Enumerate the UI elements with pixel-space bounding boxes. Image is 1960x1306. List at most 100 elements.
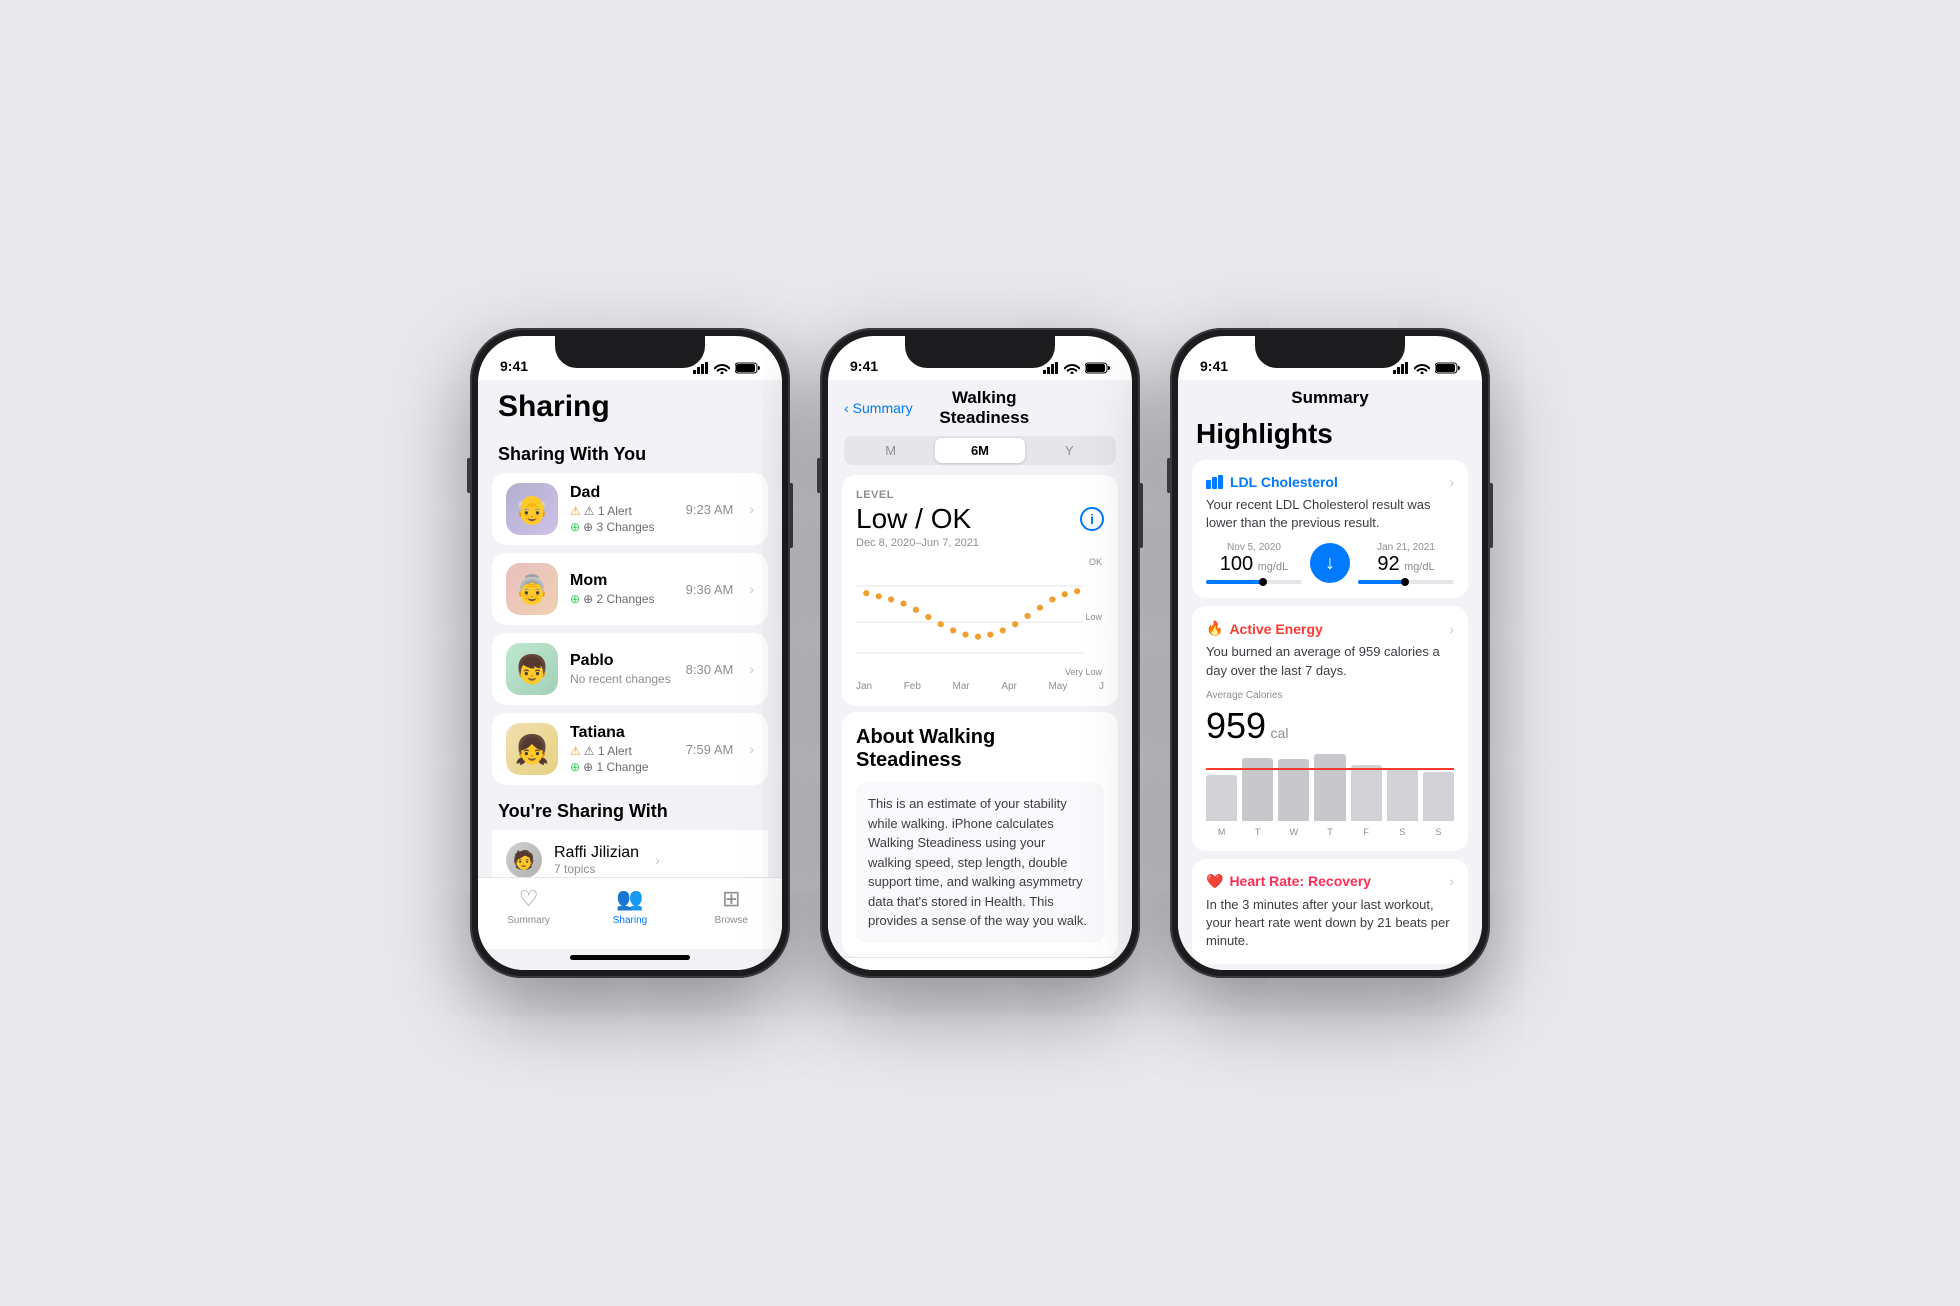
highlight-card-ldl[interactable]: LDL Cholesterol › Your recent LDL Choles… <box>1192 460 1468 598</box>
chart-label-verylow: Very Low <box>1065 667 1102 677</box>
phone-walking: 9:41 ‹ Summary Walking Steadiness M <box>820 328 1140 978</box>
phone-summary-inner: 9:41 Summary Highlights <box>1178 336 1482 970</box>
contact-changes-tatiana: ⊕⊕ 1 Change <box>570 760 674 774</box>
chart-label-low: Low <box>1065 612 1102 622</box>
contact-alert-dad: ⚠⚠ 1 Alert <box>570 504 674 518</box>
x-label-may: May <box>1048 681 1067 692</box>
phone-sharing-inner: 9:41 Sharing Sharing With You 👴 Dad <box>478 336 782 970</box>
time-option-6m[interactable]: 6M <box>935 438 1024 463</box>
about-title-walking: About Walking Steadiness <box>856 726 1104 772</box>
time-option-y[interactable]: Y <box>1025 438 1114 463</box>
contact-changes-dad: ⊕⊕ 3 Changes <box>570 520 674 534</box>
tab-summary-label: Summary <box>507 915 550 926</box>
highlight-card-heart[interactable]: ❤️ Heart Rate: Recovery › In the 3 minut… <box>1192 859 1468 965</box>
wifi-icon-sharing <box>714 362 730 374</box>
chol-before-value-row: 100 mg/dL <box>1206 553 1302 576</box>
contact-info-raffi: Raffi Jilizian 7 topics <box>554 844 639 876</box>
bar-m: M <box>1206 775 1237 821</box>
contact-no-change-pablo: No recent changes <box>570 672 674 686</box>
status-icons-sharing <box>693 362 760 374</box>
bar-s2: S <box>1423 772 1454 821</box>
info-button-walking[interactable]: i <box>1080 507 1104 531</box>
highlight-card-energy[interactable]: 🔥 Active Energy › You burned an average … <box>1192 606 1468 850</box>
chol-before-unit: mg/dL <box>1258 561 1289 573</box>
cal-value: 959 <box>1206 705 1266 746</box>
sharing-scroll[interactable]: Sharing Sharing With You 👴 Dad ⚠⚠ 1 Aler… <box>478 380 782 877</box>
date-range-walking: Dec 8, 2020–Jun 7, 2021 <box>856 537 1104 549</box>
energy-icon: 🔥 <box>1206 620 1223 637</box>
chevron-ldl: › <box>1449 474 1454 490</box>
highlight-header-heart: ❤️ Heart Rate: Recovery › <box>1206 873 1454 890</box>
x-label-mar: Mar <box>953 681 970 692</box>
contact-info-pablo: Pablo No recent changes <box>570 652 674 686</box>
chol-before: Nov 5, 2020 100 mg/dL <box>1206 542 1302 584</box>
avatar-tatiana: 👧 <box>506 723 558 775</box>
heart-tab-icon-walking: ♡ <box>869 966 889 971</box>
chevron-raffi: › <box>655 852 660 868</box>
tab-summary-sharing[interactable]: ♡ Summary <box>499 886 559 926</box>
highlight-desc-heart: In the 3 minutes after your last workout… <box>1206 896 1454 951</box>
highlight-desc-energy: You burned an average of 959 calories a … <box>1206 643 1454 679</box>
tab-sharing-sharing[interactable]: 👥 Sharing <box>600 886 660 926</box>
cal-unit: cal <box>1271 725 1289 741</box>
x-label-j: J <box>1099 681 1104 692</box>
bar-t1: T <box>1242 758 1273 821</box>
chol-before-value: 100 <box>1220 553 1253 575</box>
contact-info-tatiana: Tatiana ⚠⚠ 1 Alert ⊕⊕ 1 Change <box>570 724 674 774</box>
tab-sharing-label: Sharing <box>613 915 647 926</box>
about-section-walking: About Walking Steadiness This is an esti… <box>842 712 1118 957</box>
contact-dad[interactable]: 👴 Dad ⚠⚠ 1 Alert ⊕⊕ 3 Changes 9:23 AM › <box>492 473 768 545</box>
time-option-m[interactable]: M <box>846 438 935 463</box>
chol-after-value-row: 92 mg/dL <box>1358 553 1454 576</box>
back-button-walking[interactable]: ‹ Summary <box>844 400 913 416</box>
x-label-apr: Apr <box>1001 681 1017 692</box>
avatar-mom: 👵 <box>506 563 558 615</box>
tab-browse-walking[interactable]: ⊞ Browse <box>1051 966 1111 971</box>
bar-t2: T <box>1314 754 1345 821</box>
battery-icon-sharing <box>735 362 760 374</box>
walking-screen: ‹ Summary Walking Steadiness M 6M Y LEVE… <box>828 380 1132 970</box>
highlight-type-heart: ❤️ Heart Rate: Recovery <box>1206 873 1371 890</box>
contact-tatiana[interactable]: 👧 Tatiana ⚠⚠ 1 Alert ⊕⊕ 1 Change 7:59 AM… <box>492 713 768 785</box>
heart-tab-icon: ♡ <box>519 886 539 912</box>
summary-nav-title: Summary <box>1178 380 1482 414</box>
contact-time-dad: 9:23 AM <box>686 502 734 517</box>
chart-labels-right: OK Low Very Low <box>1063 557 1104 677</box>
notch-sharing <box>555 336 705 368</box>
contact-time-mom: 9:36 AM <box>686 582 734 597</box>
level-value: Low / OK i <box>856 503 1104 535</box>
sharing-title: Sharing <box>478 390 782 436</box>
notch-summary <box>1255 336 1405 368</box>
about-text-box: This is an estimate of your stability wh… <box>856 782 1104 943</box>
tab-browse-sharing[interactable]: ⊞ Browse <box>701 886 761 926</box>
highlight-header-ldl: LDL Cholesterol › <box>1206 474 1454 490</box>
section-header-sharing-with-you: Sharing With You <box>478 436 782 473</box>
contact-info-mom: Mom ⊕⊕ 2 Changes <box>570 572 674 606</box>
phone-walking-inner: 9:41 ‹ Summary Walking Steadiness M <box>828 336 1132 970</box>
chart-x-labels: Jan Feb Mar Apr May J <box>856 681 1104 692</box>
contact-info-dad: Dad ⚠⚠ 1 Alert ⊕⊕ 3 Changes <box>570 484 674 534</box>
chevron-mom: › <box>749 581 754 597</box>
tab-sharing-walking[interactable]: 👥 Sharing <box>950 966 1010 971</box>
highlight-type-energy: 🔥 Active Energy <box>1206 620 1323 637</box>
contact-mom[interactable]: 👵 Mom ⊕⊕ 2 Changes 9:36 AM › <box>492 553 768 625</box>
sharing-screen: Sharing Sharing With You 👴 Dad ⚠⚠ 1 Aler… <box>478 380 782 970</box>
browse-tab-icon: ⊞ <box>722 886 740 912</box>
section-header-youre-sharing: You're Sharing With <box>478 793 782 830</box>
contact-name-tatiana: Tatiana <box>570 724 674 742</box>
contact-name-mom: Mom <box>570 572 674 590</box>
sharing-tab-icon: 👥 <box>616 886 643 912</box>
time-selector-walking: M 6M Y <box>844 436 1116 465</box>
avatar-raffi: 🧑 <box>506 842 542 877</box>
cholesterol-compare: Nov 5, 2020 100 mg/dL ↓ <box>1206 542 1454 584</box>
contact-name-raffi: Raffi Jilizian <box>554 844 639 862</box>
chol-after-date: Jan 21, 2021 <box>1358 542 1454 553</box>
tab-bar-walking: ♡ Summary 👥 Sharing ⊞ Browse <box>828 957 1132 971</box>
contact-raffi[interactable]: 🧑 Raffi Jilizian 7 topics › <box>492 830 768 877</box>
highlights-title: Highlights <box>1178 414 1482 460</box>
arrow-down-icon: ↓ <box>1310 543 1350 583</box>
nav-header-walking: ‹ Summary Walking Steadiness <box>828 380 1132 432</box>
contact-pablo[interactable]: 👦 Pablo No recent changes 8:30 AM › <box>492 633 768 705</box>
tab-summary-walking[interactable]: ♡ Summary <box>849 966 909 971</box>
chol-after-unit: mg/dL <box>1404 561 1435 573</box>
